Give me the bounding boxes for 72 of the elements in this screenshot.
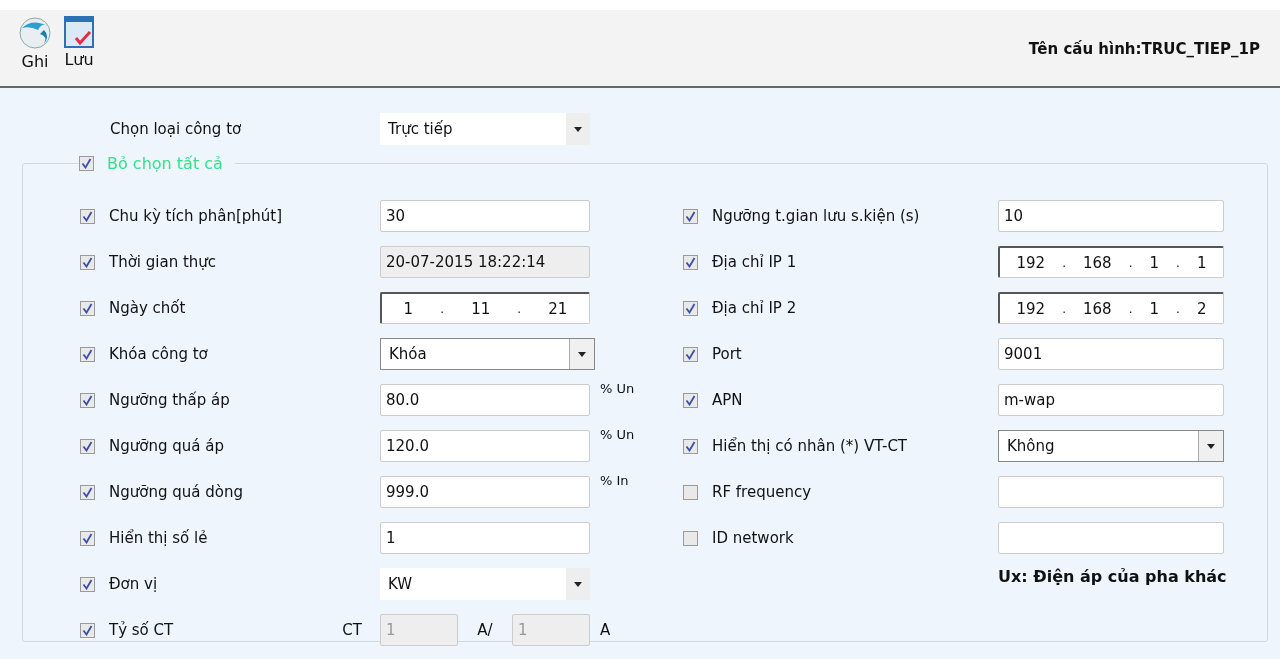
checkbox[interactable] bbox=[683, 530, 698, 546]
checkbox[interactable] bbox=[683, 392, 698, 408]
field-label: APN bbox=[712, 391, 743, 409]
note-text: Ux: Điện áp của pha khác bbox=[998, 567, 1227, 586]
caret-icon bbox=[1207, 443, 1215, 449]
unit-label: % Un bbox=[600, 381, 635, 396]
checkbox[interactable] bbox=[80, 438, 95, 454]
checkbox[interactable] bbox=[80, 622, 95, 638]
text-field[interactable]: 120.0 bbox=[380, 430, 590, 462]
caret-icon bbox=[574, 581, 582, 587]
field-label: ID network bbox=[712, 529, 794, 547]
window-check-icon bbox=[64, 16, 94, 48]
text-field[interactable]: 30 bbox=[380, 200, 590, 232]
sphere-icon bbox=[18, 16, 52, 50]
field-label: RF frequency bbox=[712, 483, 812, 501]
dropdown[interactable]: Khóa bbox=[380, 338, 595, 370]
segmented-field[interactable]: 192 . 168 . 1 . 2 bbox=[998, 292, 1224, 324]
text-field[interactable]: 10 bbox=[998, 200, 1224, 232]
field-label: Ngưỡng quá dòng bbox=[109, 483, 243, 501]
write-button[interactable]: Ghi bbox=[14, 10, 56, 71]
field-label: Ngưỡng t.gian lưu s.kiện (s) bbox=[712, 207, 920, 225]
caret-icon bbox=[574, 126, 582, 132]
field-label: Hiển thị có nhân (*) VT-CT bbox=[712, 437, 907, 455]
field-label: Chu kỳ tích phân[phút] bbox=[109, 207, 282, 225]
meter-type-label: Chọn loại công tơ bbox=[110, 120, 243, 138]
field-label: Ngày chốt bbox=[109, 299, 186, 317]
field-label: Hiển thị số lẻ bbox=[109, 529, 208, 547]
checkbox[interactable] bbox=[80, 530, 95, 546]
field-label: Thời gian thực bbox=[109, 253, 217, 271]
dropdown[interactable]: KW bbox=[380, 568, 590, 600]
caret-icon bbox=[578, 351, 586, 357]
checkbox[interactable] bbox=[80, 300, 95, 316]
checkbox[interactable] bbox=[80, 484, 95, 500]
checkbox[interactable] bbox=[80, 346, 95, 362]
text-field[interactable]: 1 bbox=[380, 522, 590, 554]
text-field[interactable]: 9001 bbox=[998, 338, 1224, 370]
checkbox[interactable] bbox=[80, 576, 95, 592]
text-field[interactable]: 80.0 bbox=[380, 384, 590, 416]
text-field[interactable]: 999.0 bbox=[380, 476, 590, 508]
dropdown[interactable]: Không bbox=[998, 430, 1224, 462]
field-label: Địa chỉ IP 2 bbox=[712, 299, 797, 317]
field-label: Đơn vị bbox=[109, 575, 158, 593]
checkbox[interactable] bbox=[80, 254, 95, 270]
unit-label: A/ bbox=[476, 621, 494, 639]
checkbox[interactable] bbox=[80, 392, 95, 408]
unit-label: % In bbox=[600, 473, 629, 488]
save-button[interactable]: Lưu bbox=[60, 10, 98, 69]
checkbox[interactable] bbox=[79, 156, 94, 171]
field-label: Ngưỡng quá áp bbox=[109, 437, 224, 455]
text-field[interactable]: m-wap bbox=[998, 384, 1224, 416]
unit-label: % Un bbox=[600, 427, 635, 442]
datetime-field[interactable]: 20-07-2015 18:22:14 bbox=[380, 246, 590, 278]
text-field[interactable] bbox=[998, 522, 1224, 554]
config-name: Tên cấu hình:TRUC_TIEP_1P bbox=[1028, 40, 1260, 58]
segmented-field[interactable]: 1 . 11 . 21 bbox=[380, 292, 590, 324]
segmented-field[interactable]: 192 . 168 . 1 . 1 bbox=[998, 246, 1224, 278]
field-label: Khóa công tơ bbox=[109, 345, 208, 363]
checkbox[interactable] bbox=[683, 346, 698, 362]
field-label: Tỷ số CT bbox=[109, 621, 174, 639]
field-label: Ngưỡng thấp áp bbox=[109, 391, 230, 409]
checkbox[interactable] bbox=[80, 208, 95, 224]
checkbox[interactable] bbox=[683, 254, 698, 270]
checkbox[interactable] bbox=[683, 208, 698, 224]
checkbox[interactable] bbox=[683, 300, 698, 316]
meter-type-dropdown[interactable]: Trực tiếp bbox=[380, 113, 590, 145]
unit-label: A bbox=[600, 621, 611, 639]
field-label: Địa chỉ IP 1 bbox=[712, 253, 797, 271]
ct-label: CT bbox=[342, 621, 362, 639]
checkbox[interactable] bbox=[683, 484, 698, 500]
text-field[interactable] bbox=[998, 476, 1224, 508]
field-label: Port bbox=[712, 345, 742, 363]
checkbox[interactable] bbox=[683, 438, 698, 454]
